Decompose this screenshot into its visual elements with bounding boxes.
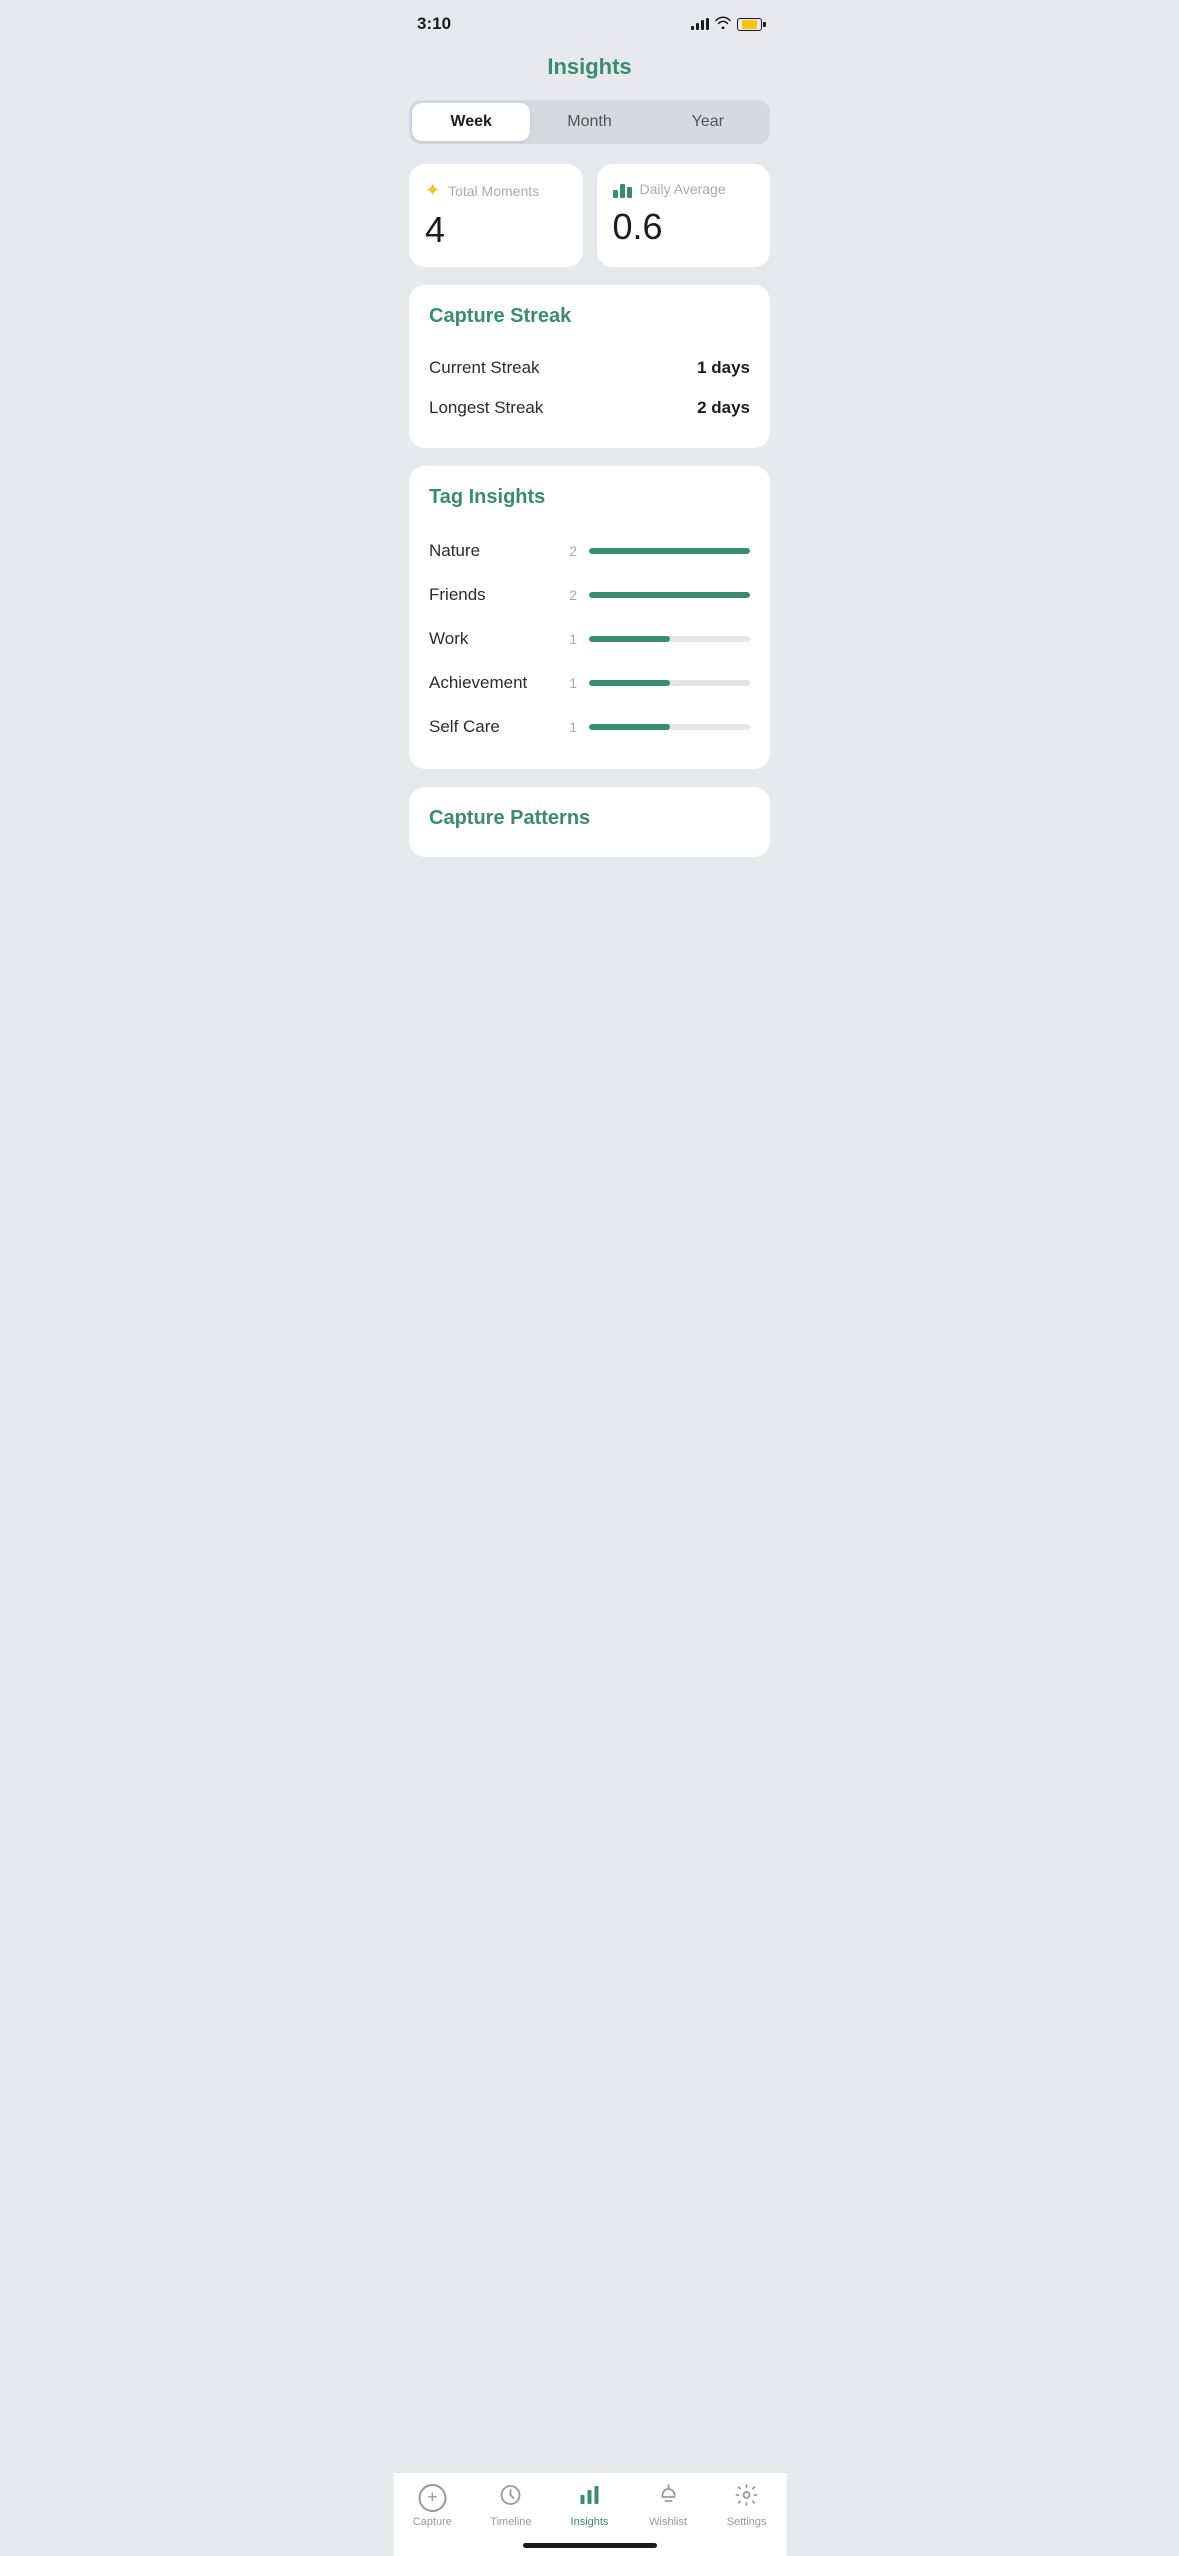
tag-name: Friends xyxy=(429,585,549,605)
tag-count: 1 xyxy=(561,631,577,647)
tag-row: Work 1 xyxy=(429,617,750,661)
tag-bar-fill xyxy=(589,724,670,730)
total-moments-header: ✦ Total Moments xyxy=(425,180,567,201)
timeline-icon xyxy=(499,2483,523,2512)
daily-average-card: Daily Average 0.6 xyxy=(597,164,771,267)
longest-streak-row: Longest Streak 2 days xyxy=(429,388,750,428)
capture-patterns-title: Capture Patterns xyxy=(429,807,750,830)
current-streak-label: Current Streak xyxy=(429,358,540,378)
current-streak-value: 1 days xyxy=(697,358,750,378)
tag-count: 1 xyxy=(561,675,577,691)
insights-icon xyxy=(577,2483,601,2512)
tab-month[interactable]: Month xyxy=(530,103,648,141)
total-moments-value: 4 xyxy=(425,209,567,251)
tab-bar-settings-label: Settings xyxy=(727,2516,767,2528)
tag-bar-fill xyxy=(589,680,670,686)
wishlist-icon xyxy=(656,2483,680,2512)
tag-count: 2 xyxy=(561,543,577,559)
tag-rows-container: Nature 2 Friends 2 Work 1 Achievement 1 xyxy=(429,529,750,749)
tab-bar-settings[interactable]: Settings xyxy=(717,2483,777,2528)
tab-bar-capture[interactable]: + Capture xyxy=(402,2484,462,2528)
page-title: Insights xyxy=(393,42,786,100)
total-moments-card: ✦ Total Moments 4 xyxy=(409,164,583,267)
tab-bar-timeline-label: Timeline xyxy=(490,2516,531,2528)
longest-streak-label: Longest Streak xyxy=(429,398,543,418)
tag-name: Self Care xyxy=(429,717,549,737)
signal-icon xyxy=(691,18,709,30)
capture-streak-title: Capture Streak xyxy=(429,305,750,328)
longest-streak-value: 2 days xyxy=(697,398,750,418)
status-bar: 3:10 xyxy=(393,0,786,42)
tab-bar-wishlist-label: Wishlist xyxy=(649,2516,687,2528)
settings-icon xyxy=(735,2483,759,2512)
tag-bar-container xyxy=(589,636,750,642)
tag-name: Work xyxy=(429,629,549,649)
tag-bar-container xyxy=(589,548,750,554)
capture-patterns-card: Capture Patterns xyxy=(409,787,770,857)
tab-year[interactable]: Year xyxy=(649,103,767,141)
tag-name: Nature xyxy=(429,541,549,561)
capture-streak-card: Capture Streak Current Streak 1 days Lon… xyxy=(409,285,770,448)
daily-average-value: 0.6 xyxy=(613,206,755,248)
bar-chart-icon xyxy=(613,180,632,198)
tag-bar-container xyxy=(589,724,750,730)
tag-row: Achievement 1 xyxy=(429,661,750,705)
wifi-icon xyxy=(715,16,731,32)
tab-bar-insights-label: Insights xyxy=(571,2516,609,2528)
tag-bar-fill xyxy=(589,592,750,598)
tag-bar-container xyxy=(589,680,750,686)
main-content: Insights Week Month Year ✦ Total Moments… xyxy=(393,42,786,957)
tag-row: Nature 2 xyxy=(429,529,750,573)
daily-average-header: Daily Average xyxy=(613,180,755,198)
home-indicator xyxy=(523,2543,657,2548)
tag-name: Achievement xyxy=(429,673,549,693)
status-icons xyxy=(691,16,762,32)
period-tab-selector[interactable]: Week Month Year xyxy=(409,100,770,144)
tag-count: 1 xyxy=(561,719,577,735)
tag-row: Friends 2 xyxy=(429,573,750,617)
battery-icon xyxy=(737,18,762,31)
tab-bar-capture-label: Capture xyxy=(413,2516,452,2528)
tag-bar-fill xyxy=(589,548,750,554)
status-time: 3:10 xyxy=(417,14,451,34)
tag-count: 2 xyxy=(561,587,577,603)
tag-insights-card: Tag Insights Nature 2 Friends 2 Work 1 A… xyxy=(409,466,770,769)
tag-bar-container xyxy=(589,592,750,598)
tab-bar-wishlist[interactable]: Wishlist xyxy=(638,2483,698,2528)
daily-average-label: Daily Average xyxy=(640,181,726,197)
total-moments-label: Total Moments xyxy=(448,183,539,199)
current-streak-row: Current Streak 1 days xyxy=(429,348,750,388)
tab-bar-timeline[interactable]: Timeline xyxy=(481,2483,541,2528)
tag-insights-title: Tag Insights xyxy=(429,486,750,509)
sparkle-icon: ✦ xyxy=(425,180,440,201)
tab-bar-insights[interactable]: Insights xyxy=(559,2483,619,2528)
tag-bar-fill xyxy=(589,636,670,642)
tab-week[interactable]: Week xyxy=(412,103,530,141)
capture-icon: + xyxy=(418,2484,446,2512)
stats-row: ✦ Total Moments 4 Daily Average 0.6 xyxy=(409,164,770,267)
tag-row: Self Care 1 xyxy=(429,705,750,749)
